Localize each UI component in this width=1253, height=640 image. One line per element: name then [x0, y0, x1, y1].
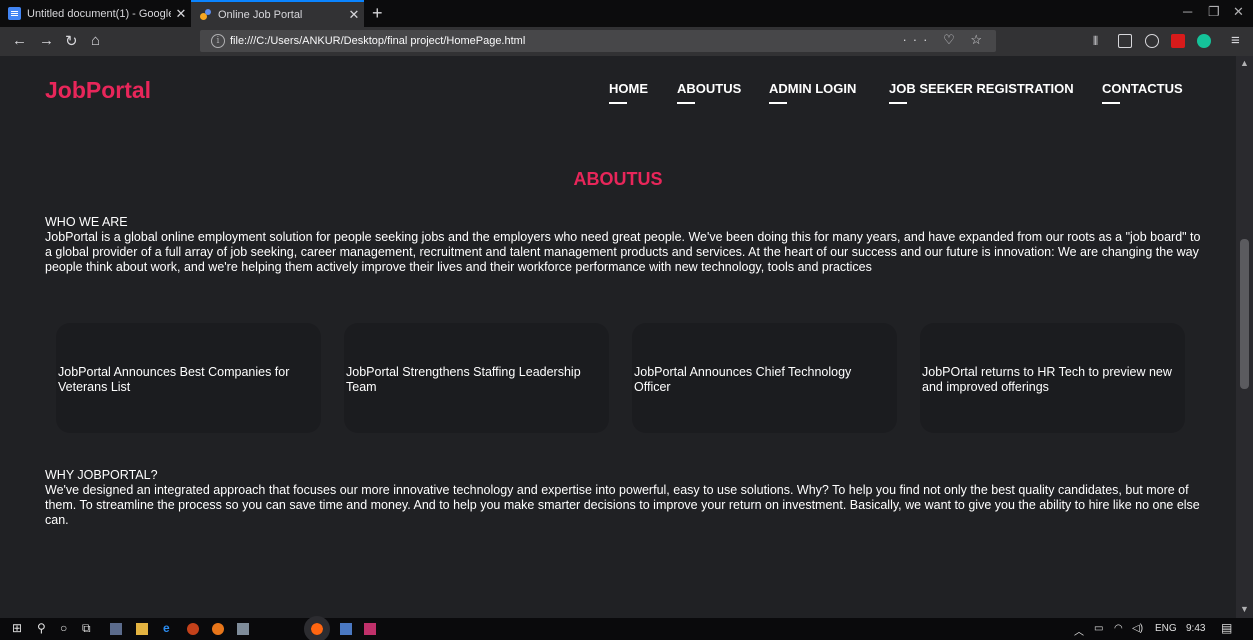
app-icon[interactable] [340, 623, 352, 635]
forward-icon[interactable]: → [39, 32, 54, 49]
tab-title: Untitled document(1) - Google [27, 7, 171, 20]
cortana-icon[interactable]: ○ [60, 621, 67, 635]
site-logo[interactable]: JobPortal [45, 77, 151, 104]
info-icon[interactable]: i [211, 34, 225, 48]
sidebar-icon[interactable] [1118, 34, 1132, 48]
vertical-scrollbar[interactable]: ▲ ▼ [1236, 56, 1253, 618]
menu-icon[interactable]: ≡ [1231, 32, 1240, 49]
library-icon[interactable]: ⫴ [1093, 34, 1098, 49]
news-card[interactable]: JobPortal Announces Chief Technology Off… [632, 323, 897, 433]
chrome-icon[interactable] [212, 623, 224, 635]
chevron-up-icon[interactable]: ︿ [1074, 623, 1084, 638]
close-icon[interactable]: ✕ [171, 6, 191, 22]
section-title: WHY JOBPORTAL? [45, 468, 158, 482]
nav-contactus[interactable]: CONTACTUS [1102, 81, 1183, 104]
minimize-icon[interactable]: ─ [1183, 4, 1192, 19]
page-title: ABOUTUS [573, 169, 663, 189]
tab-google-doc[interactable]: Untitled document(1) - Google ✕ [0, 0, 191, 27]
news-card[interactable]: JobPortal Announces Best Companies for V… [56, 323, 321, 433]
google-docs-icon [8, 7, 21, 20]
reload-icon[interactable]: ↻ [65, 32, 78, 50]
edge-icon[interactable]: e [163, 621, 170, 635]
section-body: We've designed an integrated approach th… [45, 483, 1200, 527]
news-card-title: JobPOrtal returns to HR Tech to preview … [922, 365, 1172, 394]
app-icon[interactable] [364, 623, 376, 635]
address-bar[interactable]: i file:///C:/Users/ANKUR/Desktop/final p… [200, 30, 996, 52]
scroll-up-icon[interactable]: ▲ [1240, 58, 1249, 68]
why-jobportal-section: WHY JOBPORTAL? We've designed an integra… [45, 468, 1210, 528]
app-icon[interactable] [237, 623, 249, 635]
notifications-icon[interactable]: ▤ [1221, 621, 1232, 635]
nav-aboutus[interactable]: ABOUTUS [677, 81, 741, 104]
account-icon[interactable] [1145, 34, 1159, 48]
firefox-icon[interactable] [304, 616, 330, 640]
nav-admin-login[interactable]: ADMIN LOGIN [769, 81, 856, 104]
news-card-title: JobPortal Announces Best Companies for V… [58, 365, 290, 394]
section-body: JobPortal is a global online employment … [45, 230, 1201, 274]
wifi-icon[interactable]: ◠ [1114, 623, 1123, 634]
window-close-icon[interactable]: ✕ [1233, 4, 1244, 20]
extension-icon[interactable] [1171, 34, 1185, 48]
app-icon[interactable] [110, 623, 122, 635]
search-icon[interactable]: ⚲ [37, 621, 46, 635]
page-viewport: JobPortal HOME ABOUTUS ADMIN LOGIN JOB S… [0, 56, 1236, 618]
news-card[interactable]: JobPortal Strengthens Staffing Leadershi… [344, 323, 609, 433]
news-card[interactable]: JobPOrtal returns to HR Tech to preview … [920, 323, 1185, 433]
clock[interactable]: 9:43 [1186, 623, 1205, 634]
app-icon[interactable] [187, 623, 199, 635]
home-icon[interactable]: ⌂ [91, 32, 100, 49]
job-portal-favicon-icon [199, 8, 212, 21]
browser-tab-bar: Untitled document(1) - Google ✕ Online J… [0, 0, 1253, 27]
new-tab-icon[interactable]: + [372, 3, 383, 24]
browser-toolbar: ← → ↻ ⌂ i file:///C:/Users/ANKUR/Desktop… [0, 27, 1253, 56]
tab-title: Online Job Portal [218, 8, 303, 21]
url-text: file:///C:/Users/ANKUR/Desktop/final pro… [230, 35, 526, 47]
volume-icon[interactable]: ◁) [1132, 623, 1143, 634]
news-card-title: JobPortal Strengthens Staffing Leadershi… [346, 365, 581, 394]
windows-start-icon[interactable]: ⊞ [12, 621, 22, 635]
nav-home[interactable]: HOME [609, 81, 648, 104]
section-title: WHO WE ARE [45, 215, 128, 229]
close-icon[interactable]: ✕ [344, 7, 364, 23]
news-card-title: JobPortal Announces Chief Technology Off… [634, 365, 852, 394]
task-view-icon[interactable]: ⧉ [82, 621, 91, 636]
battery-icon[interactable]: ▭ [1094, 623, 1103, 634]
back-icon[interactable]: ← [12, 32, 27, 49]
restore-icon[interactable]: ❐ [1208, 4, 1220, 20]
windows-taskbar: ⊞ ⚲ ○ ⧉ e ︿ ▭ ◠ ◁) ENG 9:43 ▤ [0, 616, 1253, 640]
page-actions-icon[interactable]: ··· ♡ ☆ [902, 32, 988, 48]
grammarly-icon[interactable] [1197, 34, 1211, 48]
scrollbar-thumb[interactable] [1240, 239, 1249, 389]
tab-online-job-portal[interactable]: Online Job Portal ✕ [191, 0, 364, 27]
file-explorer-icon[interactable] [136, 623, 148, 635]
who-we-are-section: WHO WE ARE JobPortal is a global online … [45, 215, 1210, 275]
language-indicator[interactable]: ENG [1155, 623, 1177, 634]
nav-job-seeker-registration[interactable]: JOB SEEKER REGISTRATION [889, 81, 1074, 104]
scroll-down-icon[interactable]: ▼ [1240, 604, 1249, 614]
